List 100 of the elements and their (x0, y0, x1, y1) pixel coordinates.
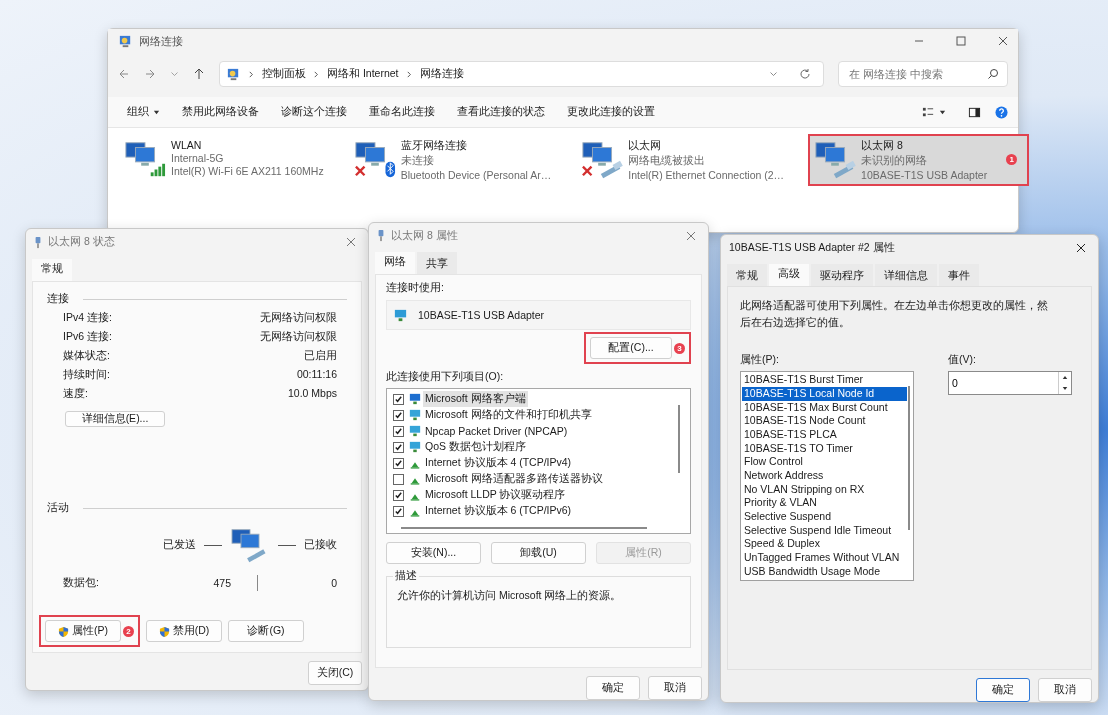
toolbar-button[interactable]: 禁用此网络设备 (173, 101, 268, 123)
checkbox[interactable] (393, 489, 404, 501)
scrollbar[interactable] (401, 527, 647, 529)
received-label: 已接收 (304, 538, 337, 552)
list-item[interactable]: UnTagged Frames Without VLAN (742, 551, 907, 565)
maximize-icon[interactable] (956, 36, 966, 46)
field-label: 连接时使用: (386, 281, 445, 295)
list-item[interactable]: Flow Control (742, 455, 907, 469)
field-label: 值(V): (948, 353, 977, 368)
description-text: 允许你的计算机访问 Microsoft 网络上的资源。 (397, 589, 622, 601)
dialog-button[interactable]: 诊断(G) (228, 620, 304, 642)
tab[interactable]: 详细信息 (875, 264, 937, 287)
network-connection-item[interactable]: 以太网 8 未识别的网络 10BASE-T1S USB Adapter 1 (808, 134, 1030, 186)
list-item[interactable]: QoS 数据包计划程序 (423, 439, 528, 455)
list-item[interactable]: 10BASE-T1S Max Burst Count (742, 400, 907, 415)
network-adapter-icon (393, 307, 408, 323)
tab[interactable]: 驱动程序 (811, 264, 873, 287)
forward-arrow-icon[interactable] (144, 68, 156, 80)
cancel-button[interactable]: 取消 (648, 676, 702, 700)
tab[interactable]: 常规 (32, 259, 72, 281)
list-item[interactable]: 10BASE-T1S Burst Timer (742, 373, 907, 387)
dialog-button[interactable]: 禁用(D) (146, 620, 222, 642)
address-bar[interactable]: 控制面板 网络和 Internet 网络连接 (219, 61, 824, 87)
list-item[interactable]: Microsoft 网络的文件和打印机共享 (423, 407, 594, 423)
list-item[interactable]: 10BASE-T1S TO Timer (742, 441, 907, 456)
back-arrow-icon[interactable] (118, 68, 130, 80)
list-item[interactable]: Priority & VLAN (742, 496, 907, 511)
search-input[interactable]: 在 网络连接 中搜索 (847, 67, 987, 81)
field-label: 媒体状态: (63, 349, 110, 363)
list-item[interactable]: Microsoft 网络适配器多路传送器协议 (423, 471, 605, 487)
preview-pane-icon[interactable] (968, 105, 981, 119)
tab[interactable]: 常规 (727, 264, 767, 287)
dialog-title: 以太网 8 属性 (391, 228, 458, 243)
checkbox[interactable] (393, 457, 404, 469)
up-arrow-icon[interactable] (193, 68, 205, 80)
tab[interactable]: 共享 (417, 252, 457, 274)
checkbox[interactable] (393, 505, 404, 517)
field-label: 此连接使用下列项目(O): (386, 370, 505, 384)
help-icon[interactable] (995, 105, 1008, 119)
group-title: 描述 (393, 569, 419, 583)
configure-button[interactable]: 配置(C)... (590, 337, 672, 359)
properties-button[interactable]: 属性(P) (45, 620, 121, 642)
list-item[interactable]: No VLAN Stripping on RX (742, 482, 907, 497)
breadcrumb-item[interactable]: 控制面板 (262, 67, 306, 81)
spin-up-icon[interactable] (1062, 375, 1068, 381)
list-item[interactable]: 10BASE-T1S Node Count (742, 414, 907, 428)
tab[interactable]: 事件 (939, 264, 979, 287)
cancel-button[interactable]: 取消 (1038, 678, 1092, 702)
dialog-title: 以太网 8 状态 (48, 235, 115, 249)
toolbar-button[interactable]: 重命名此连接 (360, 101, 444, 123)
dialog-button[interactable]: 安装(N)... (386, 542, 481, 564)
list-item[interactable]: Selective Suspend Idle Timeout (742, 523, 907, 538)
ok-button[interactable]: 确定 (586, 676, 640, 700)
view-options-icon[interactable] (922, 105, 935, 119)
toolbar-button[interactable]: 查看此连接的状态 (448, 101, 554, 123)
details-button[interactable]: 详细信息(E)... (65, 411, 165, 427)
toolbar-button[interactable]: 组织 (118, 101, 169, 123)
list-item[interactable]: Microsoft 网络客户端 (423, 391, 528, 407)
breadcrumb-item[interactable]: 网络和 Internet (327, 67, 399, 81)
list-item[interactable]: Internet 协议版本 6 (TCP/IPv6) (423, 503, 574, 519)
network-connection-item[interactable]: WLAN Internal-5G Intel(R) Wi-Fi 6E AX211 160MHz (118, 134, 334, 186)
dialog-button[interactable]: 卸载(U) (491, 542, 586, 564)
monitor-icon (409, 425, 421, 437)
tab[interactable]: 网络 (375, 252, 415, 274)
network-connection-item[interactable]: 蓝牙网络连接 未连接 Bluetooth Device (Personal Ar… (347, 134, 562, 186)
list-item[interactable]: Speed & Duplex (742, 537, 907, 552)
caret-icon (153, 108, 160, 116)
list-item[interactable]: 10BASE-T1S Local Node Id (742, 386, 907, 401)
list-item[interactable]: 10BASE-T1S PLCA (742, 427, 907, 442)
connection-name: 以太网 (628, 139, 663, 153)
checkbox[interactable] (393, 441, 404, 453)
search-field[interactable]: 在 网络连接 中搜索 (838, 61, 1008, 87)
caret-icon[interactable] (939, 108, 946, 116)
close-icon[interactable] (1076, 242, 1086, 253)
toolbar-button[interactable]: 诊断这个连接 (272, 101, 356, 123)
close-button[interactable]: 关闭(C) (308, 661, 362, 685)
toolbar-button[interactable]: 更改此连接的设置 (558, 101, 664, 123)
value-spinbox[interactable]: 0 (948, 371, 1072, 396)
checkbox[interactable] (393, 409, 404, 421)
scrollbar[interactable] (678, 405, 680, 473)
scrollbar[interactable] (908, 386, 910, 531)
list-item[interactable]: Npcap Packet Driver (NPCAP) (423, 424, 570, 438)
breadcrumb-item[interactable]: 网络连接 (419, 67, 464, 81)
instruction-text: 此网络适配器可使用下列属性。在左边单击你想更改的属性，然后在右边选择它的值。 (740, 298, 1049, 331)
tab[interactable]: 高级 (769, 264, 809, 287)
network-connection-item[interactable]: 以太网 网络电缆被拔出 Intel(R) Ethernet Connection (2… (575, 134, 795, 186)
list-item[interactable]: Internet 协议版本 4 (TCP/IPv4) (423, 455, 574, 471)
spin-down-icon[interactable] (1062, 386, 1068, 392)
field-value: 00:11:16 (296, 368, 337, 382)
checkbox[interactable] (393, 425, 404, 437)
refresh-icon[interactable] (799, 68, 811, 80)
ok-button[interactable]: 确定 (976, 678, 1030, 702)
list-item[interactable]: Network Address (742, 468, 907, 483)
list-item[interactable]: Microsoft LLDP 协议驱动程序 (423, 487, 568, 503)
checkbox[interactable] (393, 393, 404, 405)
list-item[interactable]: Selective Suspend (742, 510, 907, 524)
close-icon[interactable] (998, 36, 1008, 46)
checkbox[interactable] (393, 473, 404, 485)
list-item[interactable]: USB Bandwidth Usage Mode (742, 564, 907, 579)
packets-sent: 475 (212, 577, 231, 589)
